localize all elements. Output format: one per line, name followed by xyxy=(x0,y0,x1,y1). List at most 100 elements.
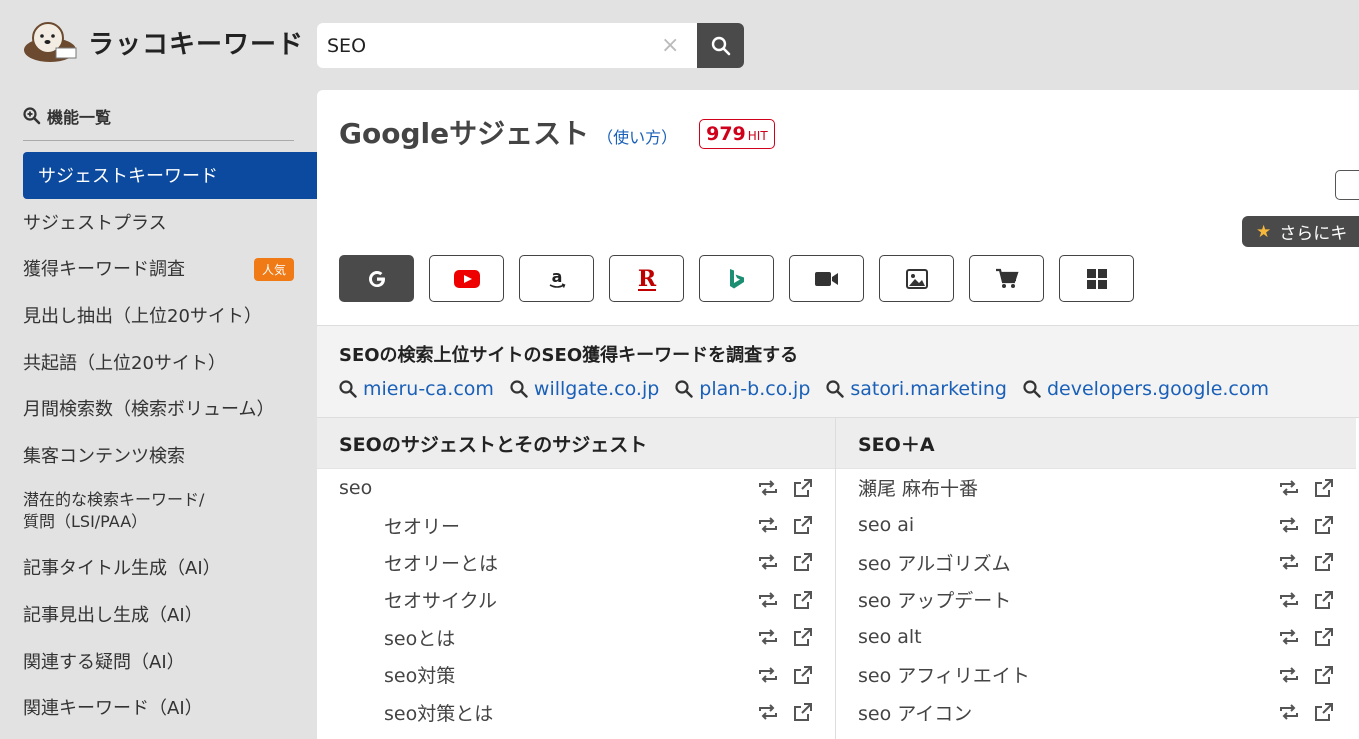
keyword-text[interactable]: seo アップデート xyxy=(858,586,1011,613)
keyword-row[interactable]: seo アップデート xyxy=(836,581,1356,618)
search-icon xyxy=(711,36,730,55)
keyword-row[interactable]: seo アフィリエイト xyxy=(836,656,1356,693)
keyword-row[interactable]: seo xyxy=(317,469,835,506)
keyword-row[interactable]: 瀬尾 麻布十番 xyxy=(836,469,1356,506)
domain-link[interactable]: willgate.co.jp xyxy=(510,378,659,400)
external-link-icon[interactable] xyxy=(1314,702,1334,722)
tab-microsoft[interactable] xyxy=(1059,255,1134,302)
keyword-text[interactable]: セオサイクル xyxy=(384,586,497,613)
domain-link[interactable]: plan-b.co.jp xyxy=(675,378,810,400)
keyword-row[interactable]: seo alt xyxy=(836,619,1356,656)
external-link-icon[interactable] xyxy=(1314,515,1334,535)
tab-youtube[interactable] xyxy=(429,255,504,302)
repeat-icon[interactable] xyxy=(757,628,779,646)
external-link-icon[interactable] xyxy=(1314,665,1334,685)
keyword-row[interactable]: seo ai xyxy=(836,506,1356,543)
sidebar-item-search-volume[interactable]: 月間検索数（検索ボリューム） xyxy=(0,385,317,432)
zoom-in-icon xyxy=(23,107,41,125)
repeat-icon[interactable] xyxy=(1278,703,1300,721)
keyword-text[interactable]: seo アルゴリズム xyxy=(858,549,1011,576)
keyword-text[interactable]: seo xyxy=(339,477,372,499)
tab-bing[interactable] xyxy=(699,255,774,302)
video-icon xyxy=(814,271,838,286)
external-link-icon[interactable] xyxy=(793,478,813,498)
tab-google[interactable] xyxy=(339,255,414,302)
repeat-icon[interactable] xyxy=(757,666,779,684)
external-link-icon[interactable] xyxy=(793,702,813,722)
tab-video[interactable] xyxy=(789,255,864,302)
feature-list-label: 機能一覧 xyxy=(47,108,112,127)
keyword-text[interactable]: seoとは xyxy=(384,624,455,651)
external-link-icon[interactable] xyxy=(1314,478,1334,498)
keyword-row[interactable]: seo アイコン xyxy=(836,693,1356,730)
sidebar-item-content-search[interactable]: 集客コンテンツ検索 xyxy=(0,432,317,479)
bing-icon xyxy=(729,268,744,288)
repeat-icon[interactable] xyxy=(757,591,779,609)
external-link-icon[interactable] xyxy=(793,665,813,685)
repeat-icon[interactable] xyxy=(757,479,779,497)
sidebar-item-suggest-keyword[interactable]: サジェストキーワード xyxy=(23,152,317,199)
keyword-row[interactable]: セオサイクル xyxy=(317,581,835,618)
keyword-text[interactable]: seo alt xyxy=(858,626,922,648)
sidebar-item-related-ai[interactable]: 関連キーワード（AI） xyxy=(0,684,317,731)
clear-search-icon[interactable]: × xyxy=(661,33,679,58)
tab-amazon[interactable]: a xyxy=(519,255,594,302)
sidebar-item-cooccurrence[interactable]: 共起語（上位20サイト） xyxy=(0,338,317,385)
sidebar-item-heading-ai[interactable]: 記事見出し生成（AI） xyxy=(0,591,317,638)
logo[interactable]: ラッコキーワード xyxy=(22,20,304,64)
keyword-row[interactable]: seo対策 xyxy=(317,656,835,693)
external-link-icon[interactable] xyxy=(1314,590,1334,610)
external-link-icon[interactable] xyxy=(1314,552,1334,572)
keyword-row[interactable]: セオリー xyxy=(317,506,835,543)
export-button[interactable] xyxy=(1335,170,1359,200)
domain-link[interactable]: satori.marketing xyxy=(826,378,1007,400)
tab-shopping[interactable] xyxy=(969,255,1044,302)
external-link-icon[interactable] xyxy=(1314,627,1334,647)
external-link-icon[interactable] xyxy=(793,590,813,610)
search-button[interactable] xyxy=(697,23,744,68)
keyword-text[interactable]: セオリー xyxy=(384,512,460,539)
tab-image[interactable] xyxy=(879,255,954,302)
external-link-icon[interactable] xyxy=(793,552,813,572)
repeat-icon[interactable] xyxy=(1278,553,1300,571)
keyword-row[interactable]: seo対策とは xyxy=(317,693,835,730)
more-keywords-button[interactable]: ★ さらにキ xyxy=(1242,216,1359,247)
domain-link[interactable]: mieru-ca.com xyxy=(339,378,494,400)
repeat-icon[interactable] xyxy=(1278,666,1300,684)
keyword-row[interactable]: seoとは xyxy=(317,619,835,656)
keyword-text[interactable]: seo アフィリエイト xyxy=(858,661,1030,688)
sidebar-item-title-ai[interactable]: 記事タイトル生成（AI） xyxy=(0,544,317,591)
search-input[interactable] xyxy=(317,34,657,57)
howto-link[interactable]: （使い方） xyxy=(597,124,677,148)
repeat-icon[interactable] xyxy=(1278,479,1300,497)
keyword-text[interactable]: seo対策とは xyxy=(384,699,493,726)
keyword-text[interactable]: seo対策 xyxy=(384,661,455,688)
keyword-row[interactable]: セオリーとは xyxy=(317,544,835,581)
sidebar-item-acquired-keywords[interactable]: 獲得キーワード調査 人気 xyxy=(0,245,317,292)
repeat-icon[interactable] xyxy=(757,703,779,721)
domain-link[interactable]: developers.google.com xyxy=(1023,378,1269,400)
keyword-text[interactable]: seo ai xyxy=(858,514,914,536)
repeat-icon[interactable] xyxy=(757,516,779,534)
sidebar-item-suggest-plus[interactable]: サジェストプラス xyxy=(0,199,317,246)
sidebar-item-heading-extract[interactable]: 見出し抽出（上位20サイト） xyxy=(0,292,317,339)
page-title: Googleサジェスト xyxy=(339,117,590,150)
keyword-row[interactable]: seo アルゴリズム xyxy=(836,544,1356,581)
keyword-text[interactable]: seo アイコン xyxy=(858,699,972,726)
external-link-icon[interactable] xyxy=(793,627,813,647)
repeat-icon[interactable] xyxy=(1278,628,1300,646)
search-icon xyxy=(675,380,693,398)
repeat-icon[interactable] xyxy=(1278,516,1300,534)
sidebar-item-lsi-paa[interactable]: 潜在的な検索キーワード/質問（LSI/PAA） xyxy=(0,478,317,544)
svg-text:a: a xyxy=(551,267,562,286)
tab-rakuten[interactable]: R xyxy=(609,255,684,302)
domain-links: mieru-ca.com willgate.co.jp plan-b.co.jp… xyxy=(339,378,1285,400)
svg-text:R: R xyxy=(637,266,656,292)
keyword-text[interactable]: セオリーとは xyxy=(384,549,498,576)
repeat-icon[interactable] xyxy=(1278,591,1300,609)
external-link-icon[interactable] xyxy=(793,515,813,535)
repeat-icon[interactable] xyxy=(757,553,779,571)
youtube-icon xyxy=(453,269,480,288)
keyword-text[interactable]: 瀬尾 麻布十番 xyxy=(858,474,978,501)
sidebar-item-questions-ai[interactable]: 関連する疑問（AI） xyxy=(0,637,317,684)
